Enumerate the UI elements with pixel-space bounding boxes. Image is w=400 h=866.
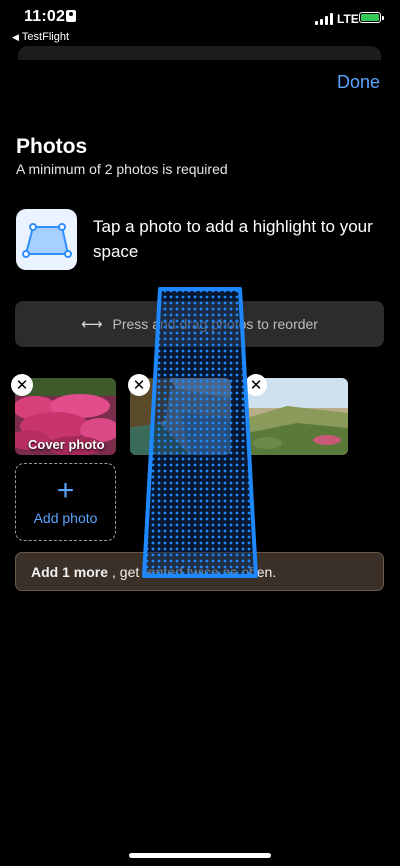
tip-banner: Add 1 more , get rented twice as often. bbox=[15, 552, 384, 591]
back-app-label: TestFlight bbox=[21, 31, 69, 43]
remove-photo-1-button[interactable]: ✕ bbox=[11, 374, 33, 396]
back-triangle-icon: ◀ bbox=[12, 32, 19, 42]
signal-icon bbox=[315, 13, 333, 25]
remove-photo-3-button[interactable]: ✕ bbox=[245, 374, 267, 396]
cover-photo-label: Cover photo bbox=[28, 437, 105, 452]
banner-bold-text: Add 1 more bbox=[31, 563, 109, 580]
highlight-instruction[interactable]: Tap a photo to add a highlight to your s… bbox=[93, 214, 373, 264]
page-subtitle: A minimum of 2 photos is required bbox=[16, 161, 228, 177]
add-photo-button[interactable]: + Add photo bbox=[15, 463, 116, 541]
reorder-hint-text: Press and drag photos to reorder bbox=[112, 316, 318, 332]
status-time: 11:02 bbox=[24, 8, 66, 25]
page-title: Photos bbox=[16, 135, 88, 158]
plus-icon: + bbox=[56, 474, 75, 507]
person-badge-icon bbox=[66, 10, 76, 22]
banner-text: , get rented twice as often. bbox=[112, 563, 277, 580]
remove-photo-2-button[interactable]: ✕ bbox=[128, 374, 150, 396]
reorder-hint: ⟷ Press and drag photos to reorder bbox=[15, 301, 384, 347]
add-photo-label: Add photo bbox=[33, 510, 98, 526]
battery-icon bbox=[359, 12, 384, 23]
done-button[interactable]: Done bbox=[337, 72, 380, 93]
left-right-arrow-icon: ⟷ bbox=[81, 316, 103, 333]
network-type: LTE bbox=[337, 12, 359, 26]
highlight-frame-icon[interactable] bbox=[16, 209, 77, 270]
back-to-app-link[interactable]: ◀ TestFlight bbox=[12, 31, 69, 43]
sheet-background bbox=[18, 46, 381, 60]
home-indicator[interactable] bbox=[129, 853, 271, 858]
